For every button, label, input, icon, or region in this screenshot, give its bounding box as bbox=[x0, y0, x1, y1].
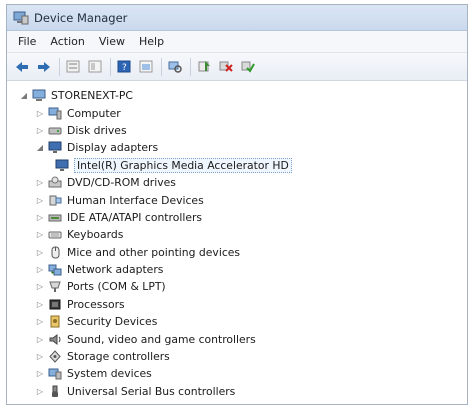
tree-item-computer[interactable]: ▷ Computer bbox=[7, 104, 467, 121]
tree-item-label: Processors bbox=[67, 297, 125, 311]
computer-icon bbox=[48, 107, 62, 120]
svg-text:?: ? bbox=[122, 63, 127, 73]
expand-arrow-icon[interactable]: ▷ bbox=[35, 334, 45, 344]
tree-item-label: Storage controllers bbox=[67, 350, 170, 364]
scan-hardware-icon[interactable] bbox=[166, 58, 184, 76]
expand-arrow-icon[interactable]: ▷ bbox=[35, 247, 45, 257]
expand-arrow-icon[interactable]: ▷ bbox=[35, 212, 45, 222]
tree-item-ports-com-lpt[interactable]: ▷ Ports (COM & LPT) bbox=[7, 278, 467, 295]
back-icon[interactable] bbox=[13, 58, 31, 76]
tree-item-label: Human Interface Devices bbox=[67, 193, 204, 207]
tree-item-label: DVD/CD-ROM drives bbox=[67, 176, 176, 190]
tree-item-storage-controllers[interactable]: ▷ Storage controllers bbox=[7, 348, 467, 365]
properties-icon[interactable] bbox=[64, 58, 82, 76]
toolbar: ? bbox=[7, 53, 467, 81]
processor-icon bbox=[48, 298, 62, 311]
display-adapter-icon bbox=[48, 141, 62, 154]
device-manager-app-icon bbox=[13, 11, 29, 25]
toolbar-separator bbox=[110, 57, 111, 76]
expand-arrow-icon[interactable]: ▷ bbox=[35, 282, 45, 292]
uninstall-icon[interactable] bbox=[217, 58, 235, 76]
tree-root-label: STORENEXT-PC bbox=[51, 89, 133, 103]
expand-arrow-icon[interactable]: ▷ bbox=[35, 386, 45, 396]
tree-item-intel-graphics[interactable]: Intel(R) Graphics Media Accelerator HD bbox=[7, 157, 467, 174]
menu-view[interactable]: View bbox=[92, 35, 132, 48]
menu-help[interactable]: Help bbox=[132, 35, 171, 48]
expand-arrow-icon[interactable]: ▷ bbox=[35, 125, 45, 135]
tree-item-network-adapters[interactable]: ▷ Network adapters bbox=[7, 261, 467, 278]
tree-item-label: Mice and other pointing devices bbox=[67, 245, 241, 259]
tree-item-label: Network adapters bbox=[67, 263, 164, 277]
toolbar-separator bbox=[161, 57, 162, 76]
sound-icon bbox=[48, 333, 62, 346]
tree-item-label: Disk drives bbox=[67, 123, 127, 137]
tree-item-label: IDE ATA/ATAPI controllers bbox=[67, 210, 203, 224]
tree-item-ide-ata-atapi-controllers[interactable]: ▷ IDE ATA/ATAPI controllers bbox=[7, 209, 467, 226]
tree-item-keyboards[interactable]: ▷ Keyboards bbox=[7, 226, 467, 243]
dvd-icon bbox=[48, 176, 62, 189]
tree-item-label: Intel(R) Graphics Media Accelerator HD bbox=[74, 157, 292, 173]
expand-arrow-icon[interactable]: ▷ bbox=[35, 369, 45, 379]
collapse-arrow-icon[interactable]: ◢ bbox=[35, 143, 45, 153]
device-tree: ◢ STORENEXT-PC ▷ Computer ▷ Disk drives … bbox=[7, 81, 467, 400]
tree-item-mice-pointing-devices[interactable]: ▷ Mice and other pointing devices bbox=[7, 244, 467, 261]
tree-item-label: Sound, video and game controllers bbox=[67, 332, 256, 346]
tree-item-display-adapters[interactable]: ◢ Display adapters bbox=[7, 139, 467, 156]
port-icon bbox=[48, 280, 62, 293]
toolbar-separator bbox=[59, 57, 60, 76]
expand-arrow-icon[interactable]: ▷ bbox=[35, 178, 45, 188]
display-device-icon bbox=[55, 159, 69, 172]
security-device-icon bbox=[48, 315, 62, 328]
tree-item-disk-drives[interactable]: ▷ Disk drives bbox=[7, 122, 467, 139]
forward-icon[interactable] bbox=[35, 58, 53, 76]
help-icon[interactable]: ? bbox=[115, 58, 133, 76]
tree-item-processors[interactable]: ▷ Processors bbox=[7, 296, 467, 313]
expand-arrow-icon[interactable]: ▷ bbox=[35, 195, 45, 205]
computer-root-icon bbox=[32, 89, 46, 102]
tree-item-dvd-cd-rom-drives[interactable]: ▷ DVD/CD-ROM drives bbox=[7, 174, 467, 191]
title-bar[interactable]: Device Manager bbox=[7, 5, 467, 31]
menu-action[interactable]: Action bbox=[43, 35, 91, 48]
keyboard-icon bbox=[48, 228, 62, 241]
view-icon[interactable] bbox=[137, 58, 155, 76]
expand-arrow-icon[interactable]: ▷ bbox=[35, 299, 45, 309]
expand-arrow-icon[interactable]: ▷ bbox=[35, 265, 45, 275]
tree-item-usb-controllers[interactable]: ▷ Universal Serial Bus controllers bbox=[7, 383, 467, 400]
tree-item-label: Ports (COM & LPT) bbox=[67, 280, 166, 294]
update-driver-icon[interactable] bbox=[195, 58, 213, 76]
menu-bar: File Action View Help bbox=[7, 31, 467, 53]
tree-root[interactable]: ◢ STORENEXT-PC bbox=[7, 87, 467, 104]
tree-item-label: Keyboards bbox=[67, 228, 124, 242]
collapse-arrow-icon[interactable]: ◢ bbox=[19, 91, 29, 101]
enable-icon[interactable] bbox=[239, 58, 257, 76]
system-device-icon bbox=[48, 367, 62, 380]
expand-arrow-icon[interactable]: ▷ bbox=[35, 108, 45, 118]
hid-icon bbox=[48, 194, 62, 207]
network-adapter-icon bbox=[48, 263, 62, 276]
tree-item-label: Display adapters bbox=[67, 141, 159, 155]
expand-arrow-icon[interactable]: ▷ bbox=[35, 352, 45, 362]
toolbar-separator bbox=[190, 57, 191, 76]
usb-icon bbox=[48, 385, 62, 398]
tree-item-label: Universal Serial Bus controllers bbox=[67, 384, 236, 398]
storage-controller-icon bbox=[48, 350, 62, 363]
tree-item-label: Computer bbox=[67, 106, 121, 120]
tree-item-label: System devices bbox=[67, 367, 152, 381]
tree-item-label: Security Devices bbox=[67, 315, 158, 329]
tree-item-security-devices[interactable]: ▷ Security Devices bbox=[7, 313, 467, 330]
expand-arrow-icon[interactable]: ▷ bbox=[35, 230, 45, 240]
expand-arrow-icon[interactable]: ▷ bbox=[35, 317, 45, 327]
device-manager-window: Device Manager File Action View Help ? ◢… bbox=[6, 4, 468, 405]
show-hide-icon[interactable] bbox=[86, 58, 104, 76]
tree-item-sound-video-game-controllers[interactable]: ▷ Sound, video and game controllers bbox=[7, 330, 467, 347]
tree-item-human-interface-devices[interactable]: ▷ Human Interface Devices bbox=[7, 191, 467, 208]
mouse-icon bbox=[48, 246, 62, 259]
menu-file[interactable]: File bbox=[11, 35, 43, 48]
tree-item-system-devices[interactable]: ▷ System devices bbox=[7, 365, 467, 382]
ide-controller-icon bbox=[48, 211, 62, 224]
disk-drive-icon bbox=[48, 124, 62, 137]
window-title: Device Manager bbox=[34, 10, 128, 25]
